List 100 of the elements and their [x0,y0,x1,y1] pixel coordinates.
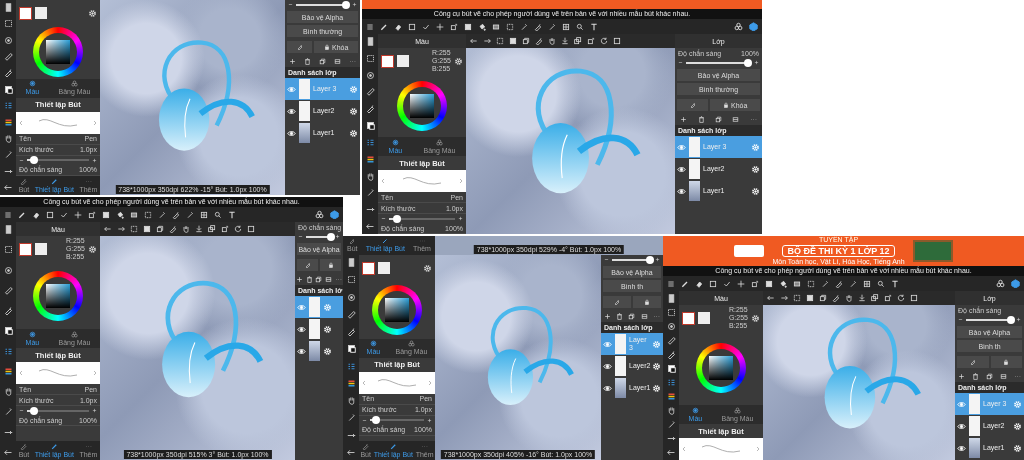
eyedropper-icon[interactable] [666,420,676,429]
plus-icon[interactable] [289,57,296,65]
secondary-color-swatch[interactable] [35,243,47,255]
primary-color-swatch[interactable] [19,242,32,256]
palette-icon[interactable] [3,366,13,376]
trash-icon[interactable] [304,57,311,65]
settings-icon[interactable] [751,313,760,323]
palette-icon[interactable] [365,154,375,164]
eraser-icon[interactable] [394,22,402,31]
lock-button[interactable] [990,356,1022,368]
hand-icon[interactable] [182,225,190,233]
target-icon[interactable] [365,70,375,80]
text-tool-icon[interactable] [228,210,236,219]
pen-icon[interactable] [346,327,356,337]
undo-icon[interactable] [104,225,112,233]
pen-icon[interactable] [169,225,177,233]
target-icon[interactable] [346,292,356,302]
menu-icon[interactable] [667,279,675,288]
pen-icon[interactable] [172,210,180,219]
list-icon[interactable] [365,137,375,147]
size-slider-thumb[interactable] [30,156,39,164]
gradient-icon[interactable] [130,210,138,219]
settings-icon[interactable] [88,8,97,18]
settings-icon[interactable] [88,244,97,254]
page-icon[interactable] [666,294,676,303]
plus-icon[interactable] [335,234,340,239]
brush-icon[interactable] [681,279,689,288]
grid-icon[interactable] [562,22,570,31]
ruler-icon[interactable] [365,87,375,97]
eyedropper-icon[interactable] [520,22,528,31]
trash-icon[interactable] [972,372,980,380]
eye-icon[interactable] [677,164,686,174]
copy-icon[interactable] [986,372,993,380]
selection-icon[interactable] [144,210,152,219]
text-tool-icon[interactable] [590,22,598,31]
plus-icon[interactable] [352,2,357,7]
page-icon[interactable] [346,258,356,267]
settings-icon[interactable] [454,56,463,66]
color-wheel[interactable] [33,27,83,78]
ruler-icon[interactable] [3,52,13,62]
plus-icon[interactable] [458,216,463,221]
download-icon[interactable] [858,294,866,302]
check-icon[interactable] [422,22,430,31]
pen-icon[interactable] [535,37,543,45]
clipping-button[interactable] [603,296,631,308]
move-icon[interactable] [737,279,745,288]
minus-icon[interactable] [19,157,24,163]
duplicate-icon[interactable] [871,294,879,302]
copy-icon[interactable] [315,275,323,283]
undo-icon[interactable] [666,448,676,457]
color-square-icon[interactable] [3,326,13,336]
zoom-icon[interactable] [576,22,584,31]
square-icon[interactable] [613,37,621,45]
hand-icon[interactable] [3,133,13,143]
bucket-icon[interactable] [116,210,124,219]
lasso-icon[interactable] [793,294,801,302]
selection-icon[interactable] [807,279,815,288]
gradient-icon[interactable] [492,22,500,31]
clipping-button[interactable] [297,259,318,271]
eyedropper-icon[interactable] [158,210,166,219]
color-wheel[interactable] [33,270,83,321]
copy-icon[interactable] [156,225,164,233]
lock-button[interactable] [633,296,661,308]
square-icon[interactable] [709,279,717,288]
primary-color-swatch[interactable] [682,311,695,325]
eye-icon[interactable] [297,346,306,356]
copy-icon[interactable] [714,115,722,123]
page-icon[interactable] [3,3,13,12]
secondary-color-swatch[interactable] [698,312,710,324]
square-icon[interactable] [910,294,918,302]
hand-icon[interactable] [666,406,676,415]
clipping-button[interactable] [957,356,989,368]
undo-icon[interactable] [767,294,775,302]
merge-icon[interactable] [732,115,740,123]
target-icon[interactable] [3,265,13,275]
secondary-color-swatch[interactable] [397,55,409,67]
minus-icon[interactable] [958,317,963,322]
selection-icon[interactable] [3,19,13,29]
eye-icon[interactable] [603,383,612,393]
selection-icon[interactable] [3,245,13,255]
trash-icon[interactable] [616,312,624,320]
fill-icon[interactable] [509,37,517,45]
pen-icon[interactable] [186,210,194,219]
pen-icon[interactable] [3,68,13,78]
palette-icon[interactable] [3,117,13,127]
eye-icon[interactable] [287,128,296,138]
page-icon[interactable] [365,37,375,46]
pen-icon[interactable] [832,294,840,302]
fill-icon[interactable] [765,279,773,288]
undo-icon[interactable] [365,221,375,231]
minus-icon[interactable] [298,234,303,239]
color-square-icon[interactable] [666,364,676,373]
bucket-icon[interactable] [779,279,787,288]
merge-icon[interactable] [999,372,1007,380]
opacity-slider-thumb[interactable] [326,232,335,241]
pen-icon[interactable] [666,350,676,359]
list-icon[interactable] [346,361,356,371]
plus-icon[interactable] [92,408,97,413]
merge-icon[interactable] [334,57,341,65]
trash-icon[interactable] [697,115,705,123]
